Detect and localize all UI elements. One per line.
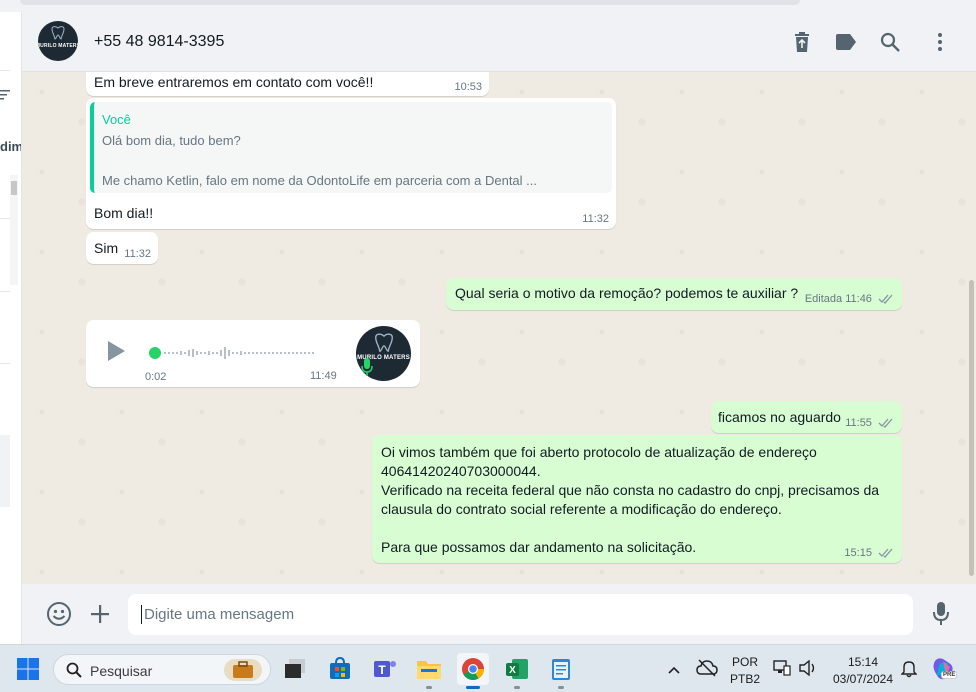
message-text: Qual seria o motivo da remoção? podemos … xyxy=(455,285,799,301)
audio-duration: 0:02 xyxy=(145,371,167,383)
double-check-icon xyxy=(878,548,893,558)
svg-text:T: T xyxy=(378,663,386,677)
composer-bar: Digite uma mensagem xyxy=(22,584,976,644)
network-icon[interactable] xyxy=(773,660,791,681)
message-time: 11:32 xyxy=(124,248,151,260)
divider xyxy=(0,218,10,219)
double-check-icon xyxy=(878,294,893,304)
message-text-line: Oi vimos também que foi aberto protocolo… xyxy=(381,444,817,460)
label-icon[interactable] xyxy=(832,28,860,56)
message-time: 10:53 xyxy=(454,81,482,93)
avatar[interactable]: MURILO MATERS xyxy=(38,21,78,61)
trash-icon[interactable] xyxy=(788,28,816,56)
message-meta: 15:15 xyxy=(844,547,894,559)
message-list: Em breve entraremos em contato com você!… xyxy=(22,72,976,584)
divider xyxy=(0,363,10,364)
search-icon xyxy=(66,662,82,678)
keyboard-layout: PTB2 xyxy=(729,672,760,686)
message-incoming[interactable]: Você Olá bom dia, tudo bem? Me chamo Ket… xyxy=(86,98,616,229)
briefcase-icon xyxy=(224,659,262,681)
os-taskbar: Pesquisar T X POR PTB2 15:14 03/07/2024 … xyxy=(0,644,976,692)
audio-message[interactable]: 0:02 11:49 MURILO MATERS xyxy=(86,320,420,387)
taskbar-search-label: Pesquisar xyxy=(90,663,153,679)
message-time: 11:49 xyxy=(310,370,337,382)
emoji-icon[interactable] xyxy=(44,599,74,629)
cloud-offline-icon[interactable] xyxy=(696,659,718,682)
message-outgoing[interactable]: Oi vimos também que foi aberto protocolo… xyxy=(372,435,902,563)
message-text-line: Verificado na receita federal que não co… xyxy=(381,482,880,498)
message-time: 15:15 xyxy=(844,547,872,559)
attach-plus-icon[interactable] xyxy=(85,599,115,629)
quoted-author: Você xyxy=(102,112,131,127)
microsoft-store-icon[interactable] xyxy=(324,653,356,685)
task-view-icon[interactable] xyxy=(279,653,311,685)
edited-label: Editada xyxy=(804,293,843,305)
message-time: 11:46 xyxy=(845,293,872,305)
play-icon[interactable] xyxy=(106,340,126,365)
copilot-preview-badge: PRE xyxy=(941,671,958,679)
message-incoming[interactable]: Sim 11:32 xyxy=(86,232,158,264)
audio-waveform[interactable] xyxy=(148,346,332,363)
language-code: POR xyxy=(731,655,758,669)
clock[interactable]: 15:14 03/07/2024 xyxy=(826,655,900,686)
message-input-placeholder: Digite uma mensagem xyxy=(144,606,295,623)
message-text: Sim xyxy=(94,240,119,256)
chat-list-scrollbar[interactable] xyxy=(10,175,18,285)
file-explorer-icon[interactable] xyxy=(413,653,445,689)
quoted-message[interactable]: Você Olá bom dia, tudo bem? Me chamo Ket… xyxy=(90,102,612,193)
filter-icon[interactable] xyxy=(0,89,10,104)
menu-icon[interactable] xyxy=(926,28,954,56)
notepad-icon[interactable] xyxy=(545,653,577,689)
double-check-icon xyxy=(878,418,893,428)
message-text-line: clausula do contrato social referente a … xyxy=(381,501,782,517)
microphone-icon xyxy=(361,358,373,381)
message-meta: 11:55 xyxy=(845,417,894,429)
message-text: Bom dia!! xyxy=(94,205,154,221)
message-text-block: Oi vimos também que foi aberto protocolo… xyxy=(381,443,879,557)
chrome-icon[interactable] xyxy=(457,653,489,689)
clock-date: 03/07/2024 xyxy=(832,672,894,686)
message-time: 11:55 xyxy=(845,417,872,429)
message-outgoing[interactable]: Qual seria o motivo da remoção? podemos … xyxy=(446,278,902,310)
message-time: 11:32 xyxy=(582,213,609,225)
message-list-scrollbar[interactable] xyxy=(969,280,974,576)
chevron-up-icon[interactable] xyxy=(667,662,681,680)
message-incoming[interactable]: Em breve entraremos em contato com você!… xyxy=(86,72,489,96)
whatsapp-window: dim MURILO MATERS +55 48 9814-3395 Em xyxy=(0,0,976,692)
quoted-text-line: Me chamo Ketlin, falo em nome da OdontoL… xyxy=(102,173,537,188)
text-caret xyxy=(141,605,142,624)
chat-header: MURILO MATERS +55 48 9814-3395 xyxy=(22,12,976,72)
excel-icon[interactable]: X xyxy=(501,653,533,689)
message-meta: Editada 11:46 xyxy=(805,293,894,305)
chat-list-panel: dim xyxy=(0,12,22,644)
windows-start-icon[interactable] xyxy=(12,653,44,685)
copilot-icon[interactable]: PRE xyxy=(932,657,958,686)
message-input[interactable]: Digite uma mensagem xyxy=(128,594,913,635)
divider xyxy=(0,70,10,71)
contact-name[interactable]: +55 48 9814-3395 xyxy=(94,33,224,51)
svg-text:X: X xyxy=(509,665,516,676)
notifications-bell-icon[interactable] xyxy=(900,660,918,683)
clock-time: 15:14 xyxy=(847,655,879,669)
message-text: ficamos no aguardo xyxy=(718,409,841,425)
message-text-line xyxy=(381,519,879,538)
message-outgoing[interactable]: ficamos no aguardo 11:55 xyxy=(711,401,902,433)
language-indicator[interactable]: POR PTB2 xyxy=(727,655,763,686)
divider xyxy=(0,291,10,292)
taskbar-search[interactable]: Pesquisar xyxy=(53,654,271,685)
avatar-logo-text: MURILO MATERS xyxy=(38,42,78,49)
browser-top-strip xyxy=(0,0,976,12)
quoted-text-line: Olá bom dia, tudo bem? xyxy=(102,133,241,148)
microphone-icon[interactable] xyxy=(926,599,956,629)
teams-icon[interactable]: T xyxy=(369,653,401,685)
message-text-line: 40641420240703000044. xyxy=(381,463,541,479)
search-icon[interactable] xyxy=(876,28,904,56)
volume-icon[interactable] xyxy=(799,659,817,681)
message-text-line: Para que possamos dar andamento na solic… xyxy=(381,539,697,555)
chat-list-partial-text: dim xyxy=(0,139,22,154)
message-text: Em breve entraremos em contato com você!… xyxy=(94,74,374,90)
chat-list-item-selected[interactable] xyxy=(0,435,10,507)
